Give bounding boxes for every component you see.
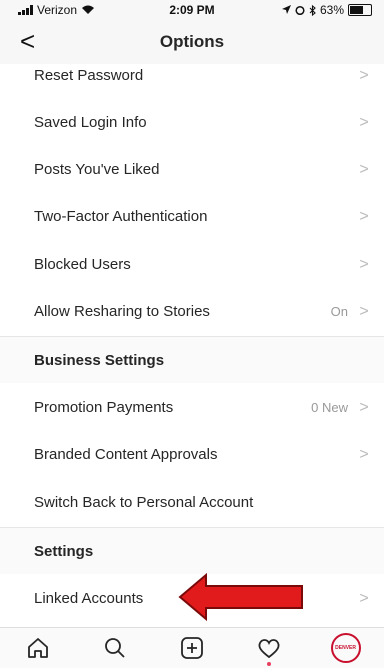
chevron-right-icon: > [359, 445, 369, 463]
option-value: 0 New [311, 400, 348, 415]
battery-icon [348, 4, 372, 16]
status-bar: Verizon 2:09 PM 63% [0, 0, 384, 20]
section-header-settings: Settings [0, 527, 384, 574]
nav-bar: < Options [0, 20, 384, 65]
option-blocked-users[interactable]: Blocked Users > [0, 241, 384, 288]
tab-add-post[interactable] [172, 632, 212, 664]
option-label: Promotion Payments [34, 399, 174, 416]
option-value: On [330, 304, 348, 319]
page-title: Options [159, 32, 225, 51]
option-label: Blocked Users [34, 256, 131, 273]
option-label: Two-Factor Authentication [34, 208, 208, 225]
tab-bar: DENVER [0, 627, 384, 668]
option-switch-personal-account[interactable]: Switch Back to Personal Account [0, 479, 384, 526]
option-label: Switch Back to Personal Account [34, 494, 254, 511]
notification-dot [266, 662, 271, 666]
chevron-right-icon: > [359, 589, 369, 607]
option-label: Saved Login Info [34, 114, 147, 131]
tab-search[interactable] [95, 632, 135, 664]
option-label: Branded Content Approvals [34, 446, 218, 463]
option-reset-password[interactable]: Reset Password > [0, 64, 384, 99]
chevron-right-icon: > [359, 398, 369, 416]
option-promotion-payments[interactable]: Promotion Payments 0 New > [0, 384, 384, 431]
option-label: Allow Resharing to Stories [34, 303, 210, 320]
option-branded-content-approvals[interactable]: Branded Content Approvals > [0, 431, 384, 478]
battery-percent: 63% [319, 3, 344, 17]
option-allow-resharing[interactable]: Allow Resharing to Stories On > [0, 288, 384, 335]
option-label: Posts You've Liked [34, 161, 160, 178]
alarm-icon [295, 5, 305, 15]
red-arrow-icon [178, 572, 303, 622]
chevron-right-icon: > [359, 113, 369, 131]
chevron-right-icon: > [359, 207, 369, 225]
option-posts-liked[interactable]: Posts You've Liked > [0, 146, 384, 193]
bluetooth-icon [309, 4, 316, 16]
section-header-business-settings: Business Settings [0, 336, 384, 383]
options-list[interactable]: Reset Password > Saved Login Info > Post… [0, 64, 384, 627]
location-icon [281, 5, 291, 14]
option-two-factor-authentication[interactable]: Two-Factor Authentication > [0, 193, 384, 240]
add-post-icon [181, 637, 203, 659]
chevron-right-icon: > [359, 255, 369, 273]
section-label: Settings [34, 542, 94, 560]
tab-home[interactable] [18, 632, 58, 664]
chevron-right-icon: > [359, 160, 369, 178]
option-label: Reset Password [34, 67, 144, 84]
chevron-right-icon: > [359, 302, 369, 320]
avatar: DENVER [330, 633, 361, 663]
tab-activity[interactable] [249, 632, 289, 666]
section-label: Business Settings [34, 351, 165, 369]
status-right: 63% [281, 3, 372, 17]
chevron-right-icon: > [359, 66, 369, 84]
avatar-text: DENVER [335, 645, 356, 651]
option-saved-login-info[interactable]: Saved Login Info > [0, 99, 384, 146]
search-icon [105, 638, 125, 658]
home-icon [28, 638, 49, 658]
heart-icon [258, 639, 280, 659]
tab-profile[interactable]: DENVER [326, 632, 366, 664]
